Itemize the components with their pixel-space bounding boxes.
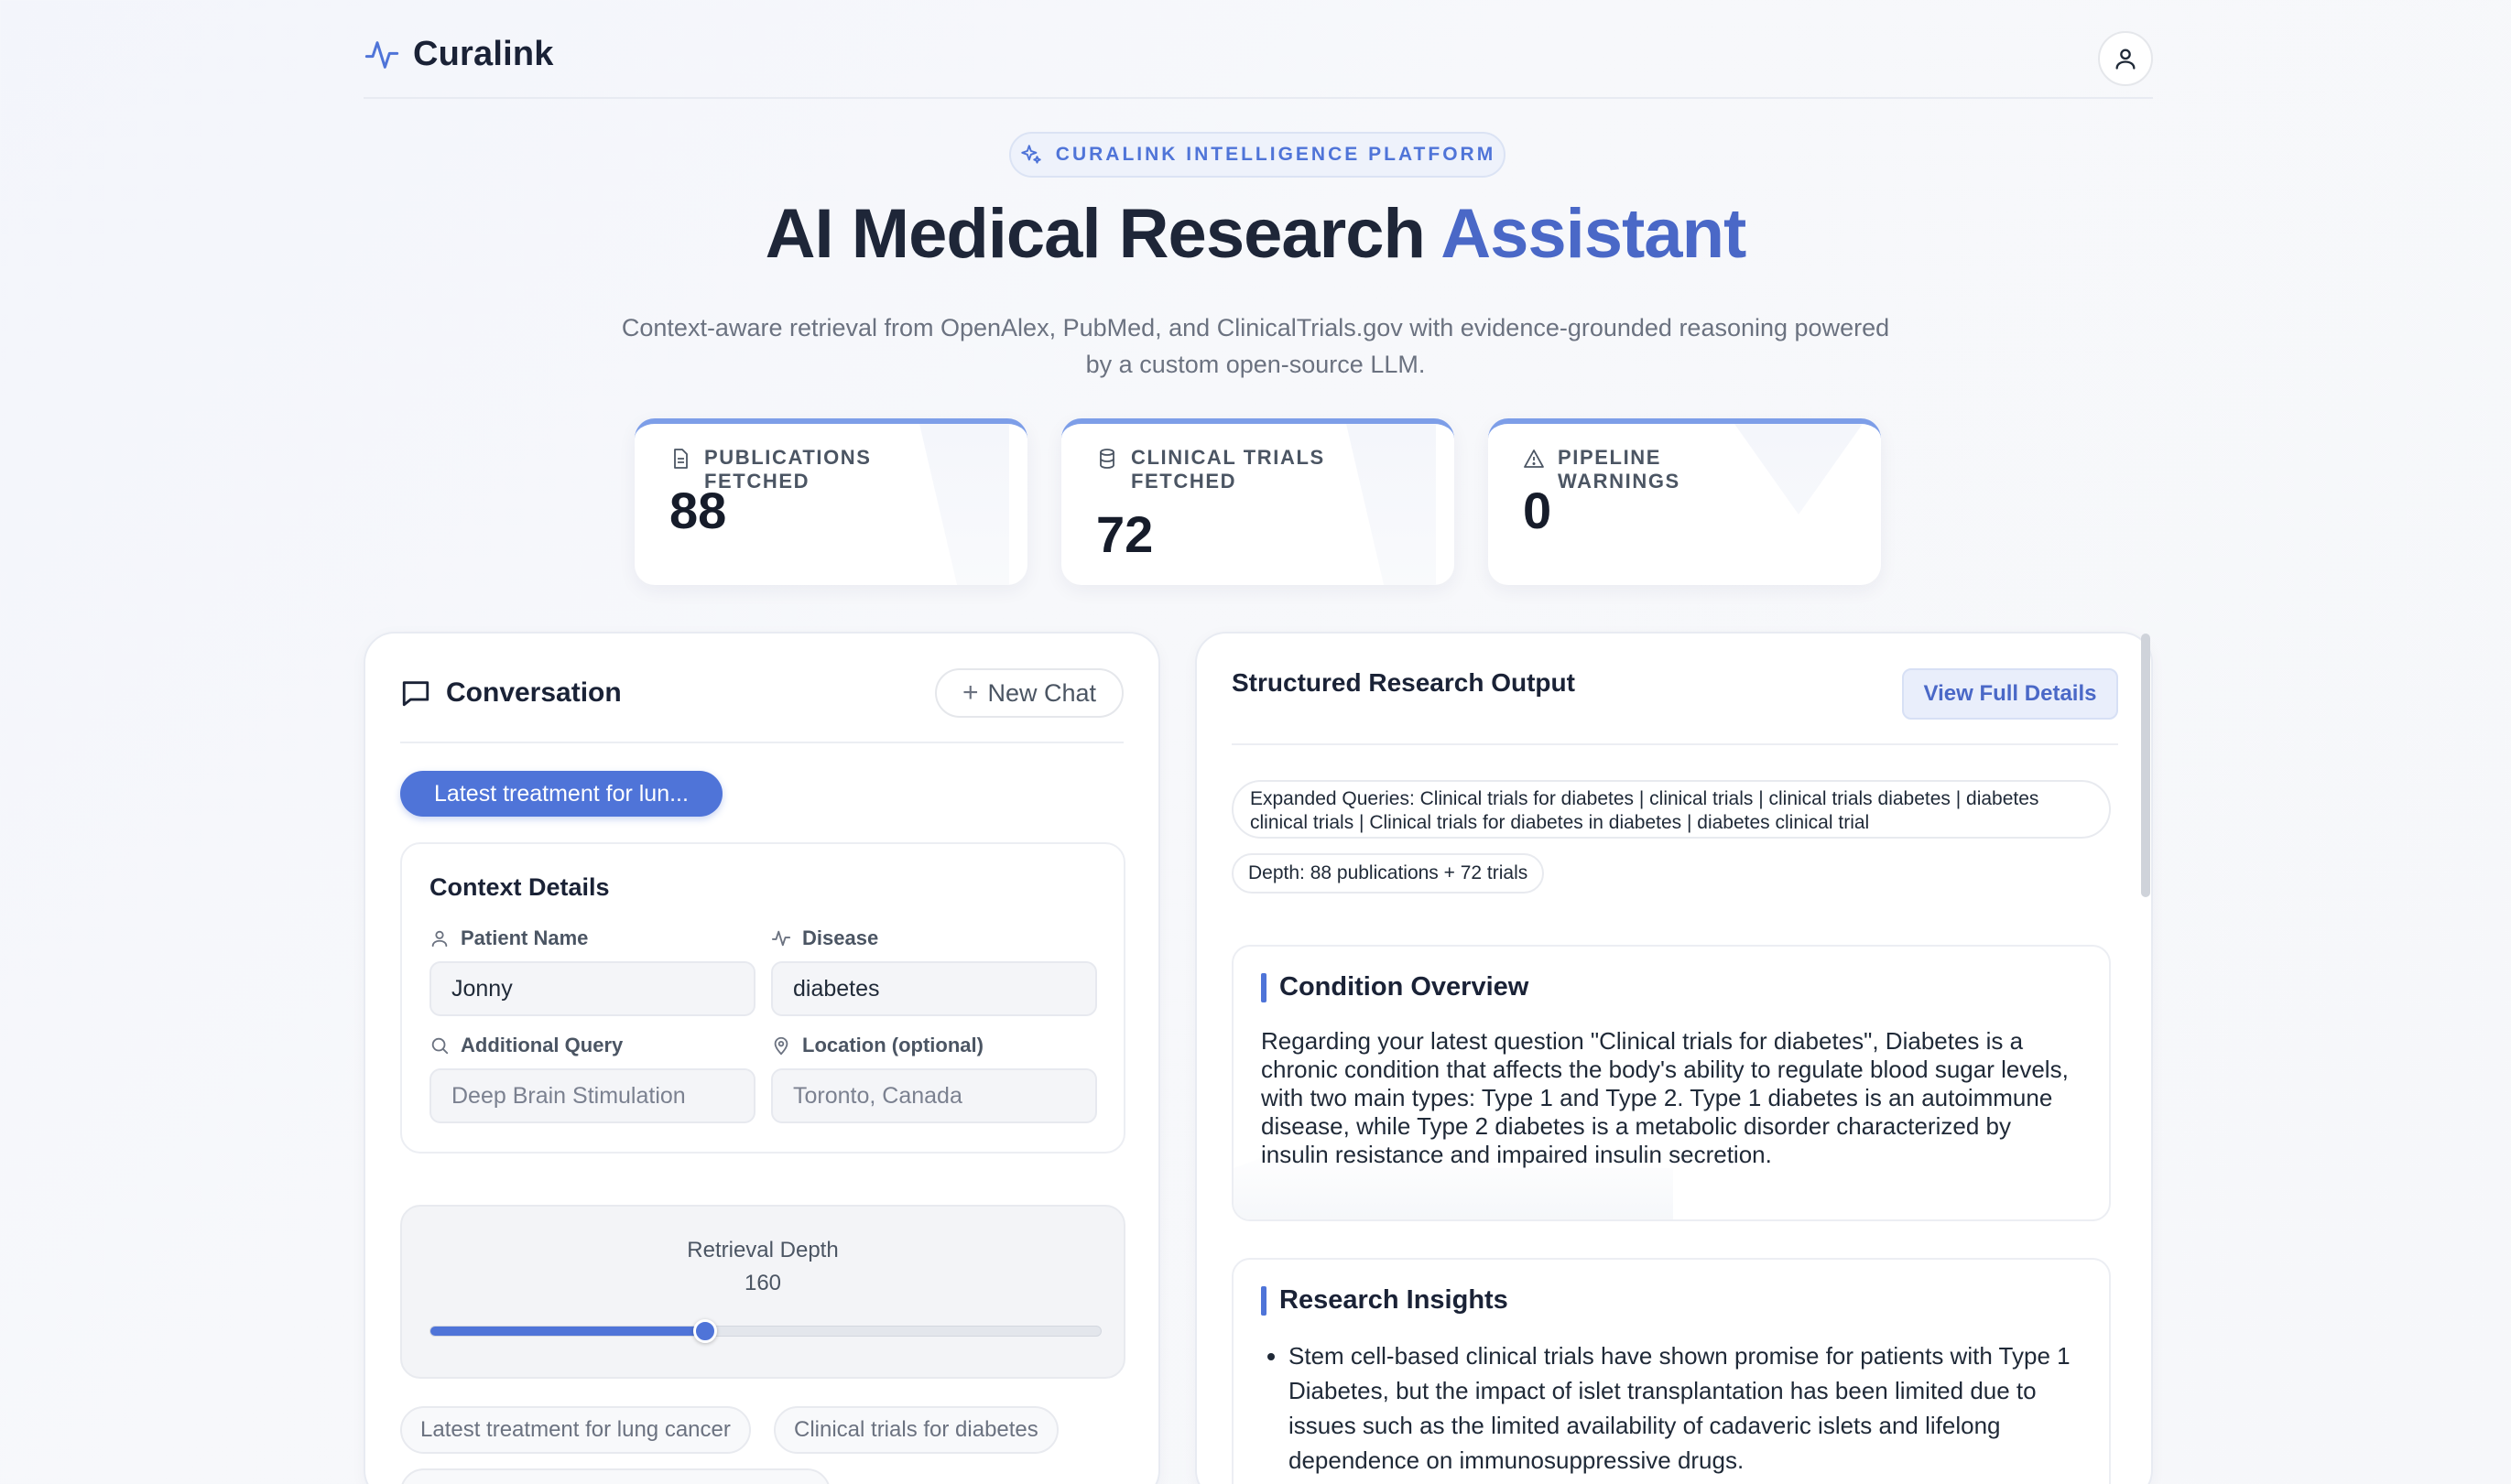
- page-title: AI Medical Research Assistant: [0, 194, 2511, 274]
- list-item: Stem cell-based clinical trials have sho…: [1288, 1338, 2082, 1478]
- document-icon: [674, 449, 688, 469]
- top-bar: Curalink: [364, 26, 2153, 99]
- stat-value: 88: [669, 482, 727, 539]
- stat-card-trials: CLINICAL TRIALS FETCHED 72: [1061, 418, 1454, 585]
- user-icon: [431, 930, 448, 948]
- depth-chip: Depth: 88 publications + 72 trials: [1232, 853, 1545, 894]
- suggestion-chip[interactable]: Clinical trials for diabetes: [774, 1406, 1059, 1454]
- retrieval-depth-slider[interactable]: [429, 1319, 1102, 1343]
- brand-name: Curalink: [413, 35, 554, 73]
- scrollbar-thumb[interactable]: [2141, 634, 2150, 897]
- page-title-accent: Assistant: [1440, 195, 1746, 273]
- stat-label: PIPELINE WARNINGS: [1558, 446, 1680, 493]
- accent-bar: [1261, 972, 1266, 1002]
- expanded-queries-chip: Expanded Queries: Clinical trials for di…: [1232, 780, 2111, 839]
- location-field[interactable]: Toronto, Canada: [771, 1068, 1097, 1123]
- conversation-title: Conversation: [446, 677, 622, 708]
- retrieval-depth-label: Retrieval Depth: [687, 1238, 839, 1262]
- stat-value: 0: [1523, 482, 1552, 539]
- stat-label: PUBLICATIONS FETCHED: [704, 446, 872, 493]
- pulse-icon: [364, 40, 399, 69]
- conversation-header: Conversation: [400, 677, 622, 709]
- patient-name-label-text: Patient Name: [461, 926, 589, 949]
- suggestion-chip[interactable]: Latest treatment for lung cancer: [400, 1406, 751, 1454]
- stat-label-row: PIPELINE WARNINGS: [1523, 446, 1787, 493]
- brand[interactable]: Curalink: [364, 35, 554, 74]
- user-icon: [2115, 49, 2136, 70]
- app-page: Curalink CURALINK INTELLIGENCE PLATFORM …: [0, 0, 2511, 1484]
- condition-overview-card: Condition Overview Regarding your latest…: [1232, 945, 2111, 1221]
- retrieval-depth-value: 160: [744, 1271, 782, 1295]
- research-output-title: Structured Research Output: [1232, 668, 1575, 697]
- context-details-card: Context Details Patient Name Jonny Disea…: [400, 842, 1125, 1154]
- new-chat-label: New Chat: [987, 678, 1097, 707]
- search-icon: [431, 1037, 449, 1055]
- accent-bar: [1261, 1285, 1266, 1316]
- condition-overview-text: Regarding your latest question "Clinical…: [1261, 1027, 2069, 1168]
- stat-card-publications: PUBLICATIONS FETCHED 88: [635, 418, 1027, 585]
- condition-overview-header: Condition Overview: [1261, 972, 1528, 1002]
- plus-icon: +: [962, 677, 979, 708]
- additional-query-label-text: Additional Query: [461, 1034, 624, 1056]
- page-subtitle: Context-aware retrieval from OpenAlex, P…: [621, 314, 1890, 378]
- map-pin-icon: [774, 1036, 788, 1056]
- divider: [400, 742, 1124, 743]
- warning-icon: [1524, 450, 1544, 468]
- patient-name-label: Patient Name: [429, 926, 588, 950]
- slider-fill: [430, 1327, 706, 1336]
- stat-label: CLINICAL TRIALS FETCHED: [1131, 446, 1325, 493]
- location-label-text: Location (optional): [802, 1034, 984, 1056]
- research-insights-list: Stem cell-based clinical trials have sho…: [1288, 1338, 2082, 1478]
- additional-query-field[interactable]: Deep Brain Stimulation: [429, 1068, 755, 1123]
- stat-label-row: CLINICAL TRIALS FETCHED: [1096, 446, 1360, 493]
- page-title-main: AI Medical Research: [765, 195, 1441, 273]
- sparkles-icon: [1021, 145, 1041, 164]
- user-profile-button[interactable]: [2098, 31, 2153, 86]
- disease-field[interactable]: diabetes: [771, 961, 1097, 1016]
- disease-label: Disease: [771, 926, 878, 950]
- research-insights-header: Research Insights: [1261, 1285, 1508, 1316]
- platform-badge-label: CURALINK INTELLIGENCE PLATFORM: [1055, 144, 1496, 165]
- research-insights-title: Research Insights: [1279, 1285, 1508, 1315]
- chat-bubble-icon: [402, 681, 429, 707]
- conversation-panel: Conversation + New Chat Latest treatment…: [364, 632, 1160, 1484]
- context-details-title: Context Details: [429, 873, 610, 901]
- additional-query-label: Additional Query: [429, 1034, 623, 1057]
- condition-overview-title: Condition Overview: [1279, 972, 1529, 1002]
- patient-name-field[interactable]: Jonny: [429, 961, 755, 1016]
- research-insights-card: Research Insights Stem cell-based clinic…: [1232, 1258, 2111, 1484]
- slider-thumb[interactable]: [693, 1319, 718, 1343]
- view-full-details-button[interactable]: View Full Details: [1902, 668, 2118, 720]
- pulse-icon: [771, 930, 791, 947]
- stat-card-warnings: PIPELINE WARNINGS 0: [1488, 418, 1881, 585]
- active-chat-chip[interactable]: Latest treatment for lun...: [400, 771, 723, 817]
- platform-badge: CURALINK INTELLIGENCE PLATFORM: [1009, 132, 1506, 178]
- suggestion-chip[interactable]: [400, 1468, 831, 1484]
- location-label: Location (optional): [771, 1034, 984, 1057]
- database-icon: [1100, 449, 1114, 469]
- divider: [1232, 743, 2118, 745]
- research-output-panel: Structured Research Output View Full Det…: [1195, 632, 2153, 1484]
- retrieval-depth-card: Retrieval Depth 160: [400, 1205, 1125, 1379]
- new-chat-button[interactable]: + New Chat: [935, 668, 1124, 718]
- stat-value: 72: [1096, 505, 1154, 563]
- disease-label-text: Disease: [802, 926, 879, 949]
